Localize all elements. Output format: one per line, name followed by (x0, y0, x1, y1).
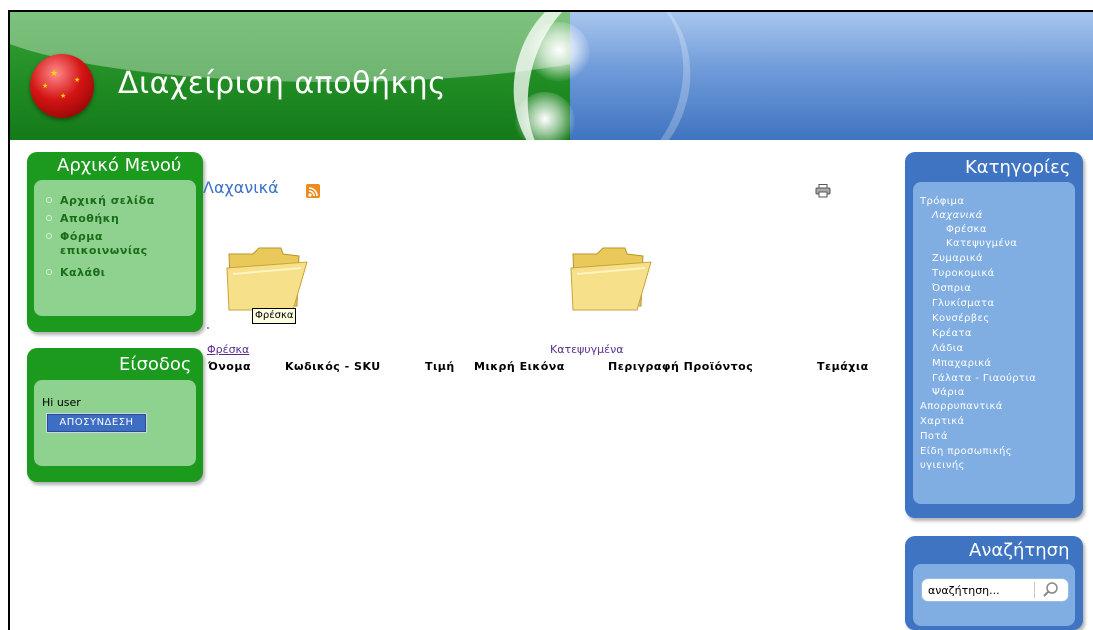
column-header-name: Όνομα (208, 360, 251, 373)
category-item[interactable]: Φρέσκα (946, 224, 987, 235)
main-menu-panel: Αρχικό Μενού Αρχική σελίδα Αποθήκη Φόρμα… (27, 152, 203, 332)
tooltip: Φρέσκα (252, 308, 297, 324)
site-header: ★ ★ ★ ★ Διαχείριση αποθήκης (10, 12, 1093, 140)
menu-item-warehouse[interactable]: Αποθήκη (44, 212, 155, 226)
search-title: Αναζήτηση (969, 540, 1070, 561)
category-item[interactable]: Όσπρια (932, 283, 971, 294)
category-item[interactable]: Γλυκίσματα (932, 298, 994, 309)
search-input[interactable]: αναζήτηση... (921, 578, 1069, 602)
categories-panel: Κατηγορίες Τρόφιμα Λαχανικά Φρέσκα Κατεψ… (905, 152, 1083, 518)
category-item[interactable]: Τρόφιμα (920, 196, 964, 207)
login-greeting: Hi user (42, 396, 81, 409)
category-item[interactable]: Γάλατα - Γιαούρτια (932, 373, 1036, 384)
column-header-description: Περιγραφή Προϊόντος (608, 360, 754, 373)
category-item[interactable]: Ψάρια (932, 387, 965, 398)
login-title: Είσοδος (119, 354, 192, 375)
svg-text:★: ★ (74, 76, 80, 84)
svg-text:★: ★ (42, 82, 48, 90)
category-item[interactable]: Λαχανικά (932, 210, 983, 221)
menu-item-home[interactable]: Αρχική σελίδα (44, 194, 155, 208)
main-menu-title: Αρχικό Μενού (57, 155, 182, 176)
category-item[interactable]: Κατεψυγμένα (946, 238, 1017, 249)
search-panel: Αναζήτηση αναζήτηση... (905, 536, 1083, 630)
column-header-price: Τιμή (425, 360, 455, 373)
svg-text:★: ★ (60, 92, 66, 100)
search-placeholder: αναζήτηση... (928, 584, 1000, 597)
site-title: Διαχείριση αποθήκης (118, 66, 447, 101)
category-item[interactable]: Ζυμαρικά (932, 253, 983, 264)
site-logo-icon: ★ ★ ★ ★ (30, 54, 94, 118)
subcategory-link-fresh[interactable]: Φρέσκα (207, 343, 249, 356)
column-header-thumbnail: Μικρή Εικόνα (474, 360, 565, 373)
rss-feed-icon[interactable] (306, 184, 320, 198)
folder-fresh-icon[interactable] (223, 244, 309, 314)
column-header-quantity: Τεμάχια (817, 360, 869, 373)
category-item[interactable]: Μπαχαρικά (932, 358, 991, 369)
menu-item-contact-form[interactable]: Φόρμα επικοινωνίας (44, 230, 155, 258)
category-item[interactable]: υγιεινής (920, 460, 965, 471)
category-item[interactable]: Κονσέρβες (932, 313, 990, 324)
subcategory-link-frozen[interactable]: Κατεψυγμένα (550, 343, 624, 356)
category-item[interactable]: Χαρτικά (920, 416, 964, 427)
category-item[interactable]: Απορρυπαντικά (920, 401, 1003, 412)
categories-title: Κατηγορίες (965, 157, 1071, 178)
login-panel: Είσοδος Hi user ΑΠΟΣΥΝΔΕΣΗ (27, 348, 203, 482)
category-item[interactable]: Λάδια (932, 343, 964, 354)
logout-button[interactable]: ΑΠΟΣΥΝΔΕΣΗ (46, 413, 147, 433)
category-item[interactable]: Τυροκομικά (932, 268, 995, 279)
folder-frozen-icon[interactable] (567, 244, 653, 314)
category-item[interactable]: Είδη προσωπικής (920, 446, 1012, 457)
category-item[interactable]: Κρέατα (932, 328, 972, 339)
page-title: Λαχανικά (203, 178, 279, 197)
column-header-sku: Κωδικός - SKU (285, 360, 381, 373)
menu-item-cart[interactable]: Καλάθι (44, 266, 155, 280)
print-icon[interactable] (815, 183, 831, 198)
category-item[interactable]: Ποτά (920, 431, 948, 442)
search-icon[interactable] (1042, 581, 1060, 599)
svg-text:★: ★ (50, 69, 58, 79)
